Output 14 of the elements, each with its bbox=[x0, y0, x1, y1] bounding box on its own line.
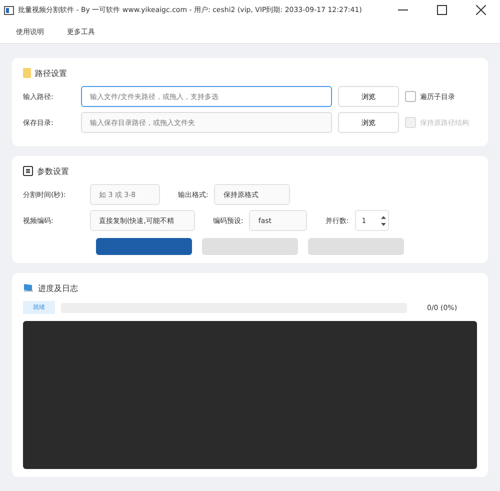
close-icon[interactable] bbox=[476, 5, 486, 15]
monitor-icon bbox=[23, 283, 34, 293]
action-button[interactable] bbox=[96, 238, 192, 255]
action-button[interactable] bbox=[202, 238, 298, 255]
list-icon bbox=[23, 166, 33, 176]
spin-arrows-icon[interactable] bbox=[380, 214, 386, 226]
section-title: 参数设置 bbox=[37, 166, 69, 176]
section-title: 路径设置 bbox=[35, 68, 67, 78]
checkbox[interactable] bbox=[405, 91, 416, 102]
section-title: 进度及日志 bbox=[38, 282, 78, 294]
folder-icon bbox=[23, 68, 31, 78]
maximize-icon[interactable] bbox=[437, 5, 447, 15]
action-button[interactable] bbox=[308, 238, 404, 255]
app-icon bbox=[4, 6, 14, 14]
